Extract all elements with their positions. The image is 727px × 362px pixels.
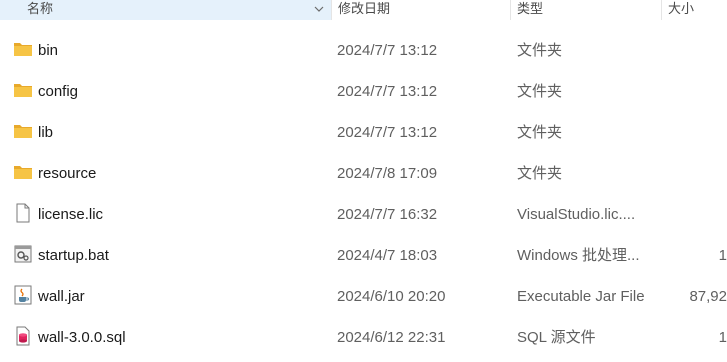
file-name: bin xyxy=(38,42,59,59)
column-header-date[interactable]: 修改日期 xyxy=(331,0,510,20)
file-row[interactable]: startup.bat 2024/4/7 18:03 Windows 批处理..… xyxy=(0,235,727,276)
file-type: VisualStudio.lic.... xyxy=(517,206,636,223)
file-row[interactable]: resource 2024/7/8 17:09 文件夹 xyxy=(0,153,727,194)
file-type: SQL 源文件 xyxy=(517,329,596,346)
file-type: Executable Jar File xyxy=(517,288,645,305)
chevron-down-icon[interactable] xyxy=(313,4,325,14)
java-jar-icon xyxy=(14,285,32,305)
file-name: startup.bat xyxy=(38,247,109,264)
file-date: 2024/7/7 13:12 xyxy=(337,42,438,59)
file-date: 2024/7/7 13:12 xyxy=(337,124,438,141)
file-list: bin 2024/7/7 13:12 文件夹 config 2024/7/7 1… xyxy=(0,30,727,358)
file-row[interactable]: wall-3.0.0.sql 2024/6/12 22:31 SQL 源文件 1 xyxy=(0,317,727,358)
file-row[interactable]: bin 2024/7/7 13:12 文件夹 xyxy=(0,30,727,71)
file-date: 2024/4/7 18:03 xyxy=(337,247,438,264)
file-name: resource xyxy=(38,165,97,182)
file-type: 文件夹 xyxy=(517,165,563,182)
folder-icon xyxy=(14,84,32,97)
file-date: 2024/7/8 17:09 xyxy=(337,165,438,182)
batch-file-icon xyxy=(14,245,32,263)
file-date: 2024/6/10 20:20 xyxy=(337,288,446,305)
file-size: 1 xyxy=(718,329,727,346)
column-header-bar: 名称 修改日期 类型 大小 xyxy=(0,0,727,20)
file-type: 文件夹 xyxy=(517,83,563,100)
file-type: 文件夹 xyxy=(517,124,563,141)
file-name: config xyxy=(38,83,79,100)
column-header-size[interactable]: 大小 xyxy=(661,0,727,20)
file-row[interactable]: license.lic 2024/7/7 16:32 VisualStudio.… xyxy=(0,194,727,235)
folder-icon xyxy=(14,125,32,138)
file-row[interactable]: lib 2024/7/7 13:12 文件夹 xyxy=(0,112,727,153)
file-row[interactable]: wall.jar 2024/6/10 20:20 Executable Jar … xyxy=(0,276,727,317)
file-type: 文件夹 xyxy=(517,42,563,59)
file-name: wall-3.0.0.sql xyxy=(38,329,126,346)
file-size: 87,92 xyxy=(689,288,727,305)
folder-icon xyxy=(14,43,32,56)
file-name: lib xyxy=(38,124,54,141)
file-date: 2024/7/7 13:12 xyxy=(337,83,438,100)
column-header-name[interactable]: 名称 xyxy=(0,0,331,20)
file-type: Windows 批处理... xyxy=(517,247,640,264)
file-date: 2024/6/12 22:31 xyxy=(337,329,446,346)
file-row[interactable]: config 2024/7/7 13:12 文件夹 xyxy=(0,71,727,112)
file-name: license.lic xyxy=(38,206,104,223)
document-icon xyxy=(16,203,30,223)
folder-icon xyxy=(14,166,32,179)
file-name: wall.jar xyxy=(38,288,85,305)
file-size: 1 xyxy=(718,247,727,264)
file-date: 2024/7/7 16:32 xyxy=(337,206,438,223)
sql-file-icon xyxy=(16,326,30,346)
column-header-type[interactable]: 类型 xyxy=(510,0,661,20)
